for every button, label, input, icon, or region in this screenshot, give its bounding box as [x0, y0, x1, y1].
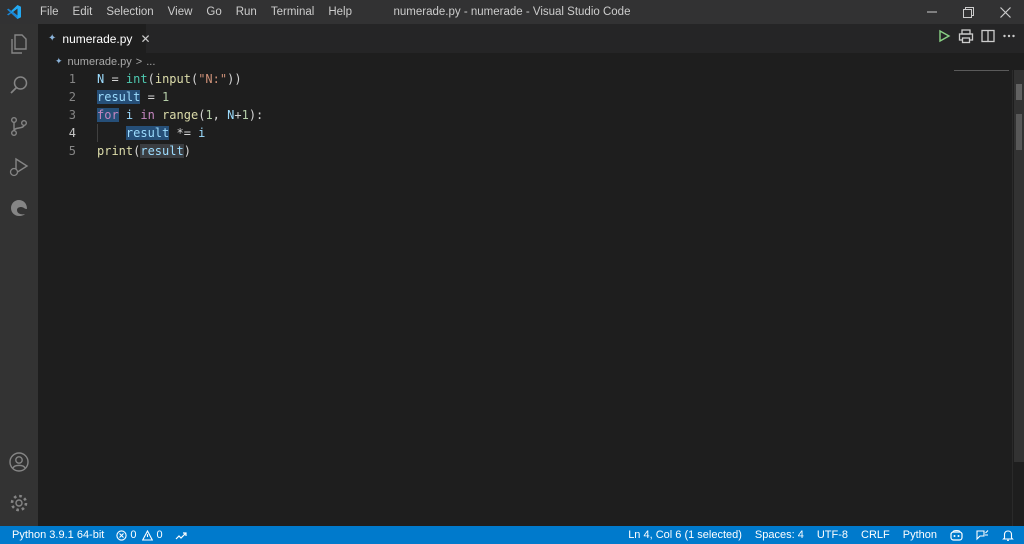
- breadcrumb-file[interactable]: numerade.py: [68, 56, 132, 68]
- token: for: [97, 108, 119, 122]
- token: (: [147, 72, 155, 86]
- tab-label: numerade.py: [62, 31, 133, 46]
- warning-icon: [142, 529, 154, 541]
- tab-bar: ✦ numerade.py ✕: [38, 24, 1024, 53]
- menu-terminal[interactable]: Terminal: [264, 0, 321, 24]
- menu-selection[interactable]: Selection: [99, 0, 160, 24]
- token: int: [125, 72, 148, 86]
- title-bar: File Edit Selection View Go Run Terminal…: [0, 0, 1024, 24]
- minimap[interactable]: [954, 70, 1009, 73]
- token: 1: [205, 108, 213, 122]
- encoding-status[interactable]: UTF-8: [817, 529, 848, 541]
- line-number: 3: [68, 108, 76, 122]
- line-code: result *= i: [97, 124, 205, 142]
- breadcrumb: ✦ numerade.py > ...: [55, 53, 155, 70]
- run-debug-icon[interactable]: [0, 147, 38, 187]
- copilot-icon[interactable]: [950, 529, 963, 541]
- token: i: [125, 108, 134, 122]
- line-number: 5: [68, 144, 76, 158]
- restore-icon[interactable]: [950, 0, 987, 24]
- cursor-position[interactable]: Ln 4, Col 6 (1 selected): [628, 529, 742, 541]
- eol-status[interactable]: CRLF: [861, 529, 890, 541]
- vertical-scrollbar[interactable]: [1012, 70, 1024, 526]
- line-code: N = int(input("N:")): [97, 70, 242, 88]
- scroll-thumb[interactable]: [1014, 70, 1024, 462]
- search-icon[interactable]: [0, 65, 38, 105]
- activity-bar: [0, 24, 38, 526]
- run-icon[interactable]: [937, 29, 951, 48]
- token: "N:": [198, 72, 228, 86]
- line-code: print(result): [97, 142, 191, 160]
- editor-actions: [937, 24, 1016, 53]
- feedback-icon[interactable]: [976, 529, 989, 541]
- token: ): [183, 144, 191, 158]
- menu-go[interactable]: Go: [199, 0, 228, 24]
- token: 1: [162, 90, 170, 104]
- minimize-icon[interactable]: [913, 0, 950, 24]
- token: in: [140, 108, 155, 122]
- token: result: [125, 126, 170, 140]
- code-editor[interactable]: 1 N = int(input("N:")) 2 result = 1 3 fo…: [38, 70, 1012, 526]
- edge-icon[interactable]: [0, 188, 38, 228]
- print-icon[interactable]: [958, 28, 974, 49]
- line-code: for i in range(1, N+1):: [97, 106, 263, 124]
- python-file-icon: ✦: [48, 33, 57, 44]
- token: +: [234, 108, 242, 122]
- account-icon[interactable]: [0, 442, 38, 482]
- line-number: 2: [68, 90, 76, 104]
- warning-count: 0: [156, 529, 163, 541]
- close-window-icon[interactable]: [987, 0, 1024, 24]
- menu-view[interactable]: View: [161, 0, 200, 24]
- source-control-icon[interactable]: [0, 106, 38, 146]
- close-tab-icon[interactable]: ✕: [140, 32, 150, 46]
- status-bar: Python 3.9.1 64-bit 0 0 Ln 4, Col 6 (1 s…: [0, 526, 1024, 544]
- token: 1: [241, 108, 249, 122]
- code-line: 5 print(result): [38, 142, 968, 160]
- live-share-icon[interactable]: [175, 530, 188, 541]
- breadcrumb-separator: >: [135, 55, 143, 68]
- code-line: 1 N = int(input("N:")): [38, 70, 968, 88]
- split-editor-icon[interactable]: [981, 29, 995, 48]
- line-code: result = 1: [97, 88, 169, 106]
- token: ,: [212, 108, 228, 122]
- notifications-bell-icon[interactable]: [1002, 529, 1014, 541]
- menu-help[interactable]: Help: [321, 0, 359, 24]
- token: ):: [248, 108, 264, 122]
- menu-file[interactable]: File: [33, 0, 66, 24]
- vscode-logo-icon: [0, 0, 28, 24]
- token: =: [140, 90, 163, 104]
- token: )): [227, 72, 242, 86]
- token: *=: [169, 126, 199, 140]
- more-actions-icon[interactable]: [1002, 29, 1016, 48]
- token: result: [140, 144, 184, 158]
- window-controls: [913, 0, 1024, 24]
- explorer-icon[interactable]: [0, 24, 38, 64]
- settings-gear-icon[interactable]: [0, 483, 38, 523]
- code-line-active: 4 result *= i: [38, 124, 968, 142]
- tab-numerade-py[interactable]: ✦ numerade.py ✕: [38, 24, 151, 53]
- error-icon: [116, 529, 127, 541]
- token: result: [97, 90, 141, 104]
- token: input: [154, 72, 191, 86]
- error-count: 0: [130, 529, 137, 541]
- language-mode[interactable]: Python: [903, 529, 937, 541]
- menu-edit[interactable]: Edit: [66, 0, 100, 24]
- breadcrumb-rest[interactable]: ...: [146, 56, 155, 68]
- line-number: 4: [68, 126, 76, 140]
- token: range: [162, 108, 199, 122]
- python-file-icon: ✦: [55, 56, 63, 66]
- indentation-status[interactable]: Spaces: 4: [755, 529, 804, 541]
- problems-status[interactable]: 0 0: [116, 529, 163, 541]
- menu-bar: File Edit Selection View Go Run Terminal…: [33, 0, 359, 24]
- line-number: 1: [68, 72, 76, 86]
- menu-run[interactable]: Run: [229, 0, 264, 24]
- code-line: 3 for i in range(1, N+1):: [38, 106, 968, 124]
- code-line: 2 result = 1: [38, 88, 968, 106]
- token: =: [104, 72, 126, 86]
- token: print: [97, 144, 134, 158]
- interpreter-status[interactable]: Python 3.9.1 64-bit: [12, 529, 104, 541]
- token: i: [198, 126, 206, 140]
